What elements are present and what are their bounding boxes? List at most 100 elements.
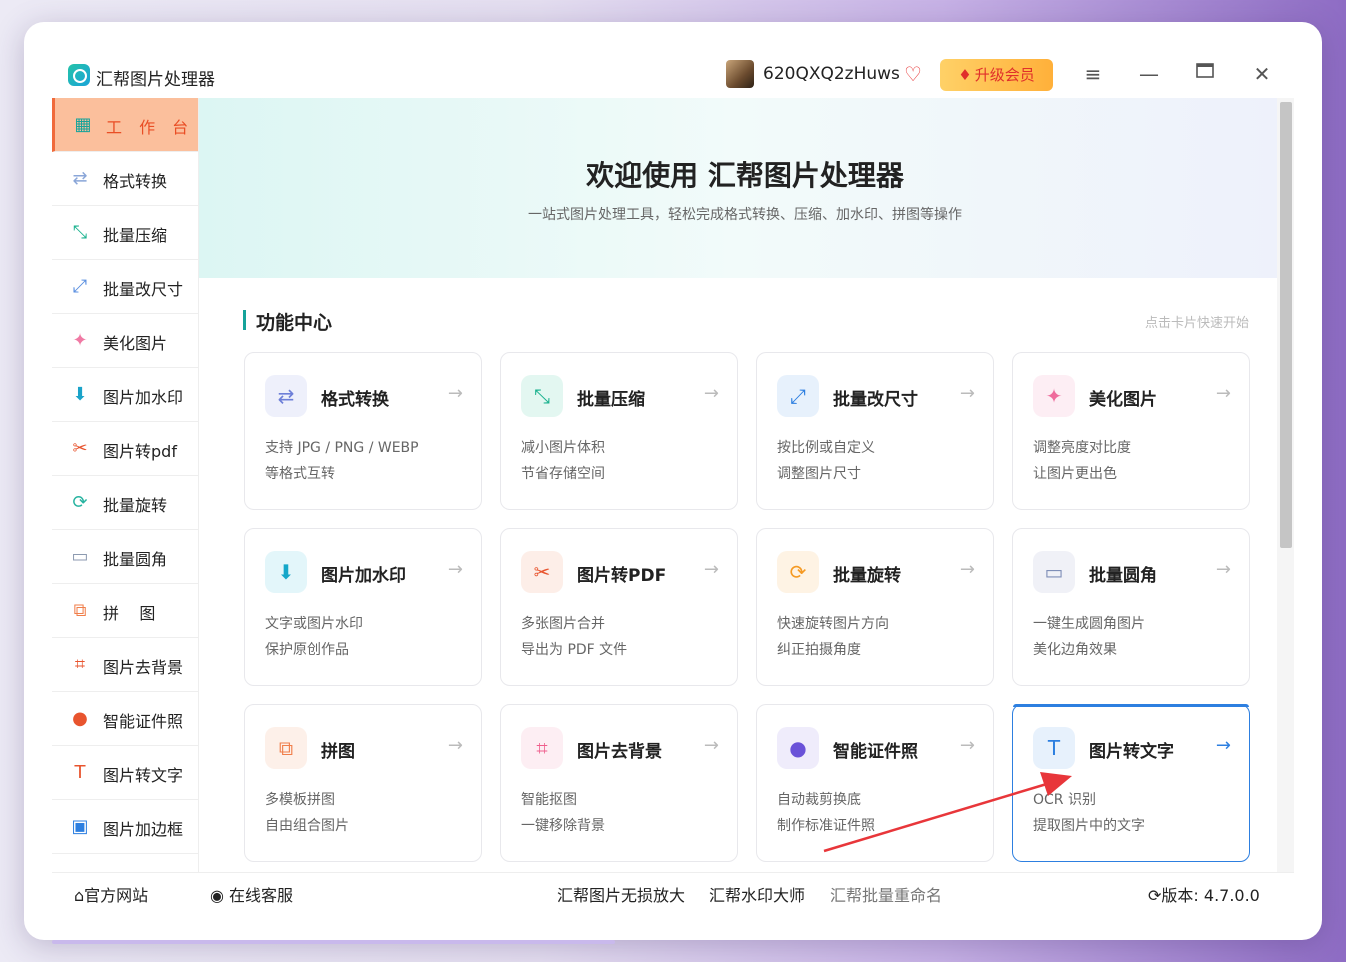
official-website-link[interactable]: ⌂官方网站 xyxy=(74,882,148,906)
sidebar-item-text[interactable]: T 图片转文字 xyxy=(52,746,198,800)
feature-card-watermark[interactable]: ⬇ 图片加水印 → 文字或图片水印 保护原创作品 xyxy=(244,528,482,686)
feature-card-convert[interactable]: ⇄ 格式转换 → 支持 JPG / PNG / WEBP 等格式互转 xyxy=(244,352,482,510)
rename-app-link[interactable]: 汇帮批量重命名 xyxy=(830,882,942,906)
arrow-right-icon: → xyxy=(703,735,719,756)
maximize-icon[interactable] xyxy=(1191,60,1219,85)
sidebar-item-convert[interactable]: ⇄ 格式转换 xyxy=(52,152,198,206)
watermark-icon: ⬇ xyxy=(265,551,307,593)
sidebar-item-label: 批量旋转 xyxy=(103,496,168,515)
feature-card-text[interactable]: T 图片转文字 → OCR 识别 提取图片中的文字 xyxy=(1012,704,1250,862)
section-hint: 点击卡片快速开始 xyxy=(1144,316,1249,331)
app-window: 汇帮图片处理器 620QXQ2zHuws ♡ ♦ 升级会员 ≡ — ✕ ▦ 工 作 … xyxy=(52,52,1294,910)
avatar[interactable] xyxy=(726,60,754,88)
arrow-right-icon: → xyxy=(959,383,975,404)
sidebar-item-crop[interactable]: ⌗ 图片去背景 xyxy=(52,638,198,692)
sidebar-item-puzzle[interactable]: ⧉ 拼 图 xyxy=(52,584,198,638)
card-title: 拼图 xyxy=(321,742,355,762)
feature-card-pdf[interactable]: ✂ 图片转PDF → 多张图片合并 导出为 PDF 文件 xyxy=(500,528,738,686)
watermark-icon: ⬇ xyxy=(72,384,88,405)
puzzle-icon: ⧉ xyxy=(73,600,87,621)
sidebar-item-label: 图片转pdf xyxy=(103,442,177,461)
sidebar-item-border[interactable]: ▣ 图片加边框 xyxy=(52,800,198,854)
sidebar-item-id-photo[interactable]: ● 智能证件照 xyxy=(52,692,198,746)
card-desc-line1: 减小图片体积 xyxy=(521,440,605,456)
welcome-banner: 欢迎使用 汇帮图片处理器 一站式图片处理工具，轻松完成格式转换、压缩、加水印、拼… xyxy=(199,98,1277,278)
sidebar-item-label: 图片加边框 xyxy=(103,820,184,839)
pdf-icon: ✂ xyxy=(72,438,88,459)
feature-card-rounded-corner[interactable]: ▭ 批量圆角 → 一键生成圆角图片 美化边角效果 xyxy=(1012,528,1250,686)
feature-card-puzzle[interactable]: ⧉ 拼图 → 多模板拼图 自由组合图片 xyxy=(244,704,482,862)
sidebar-item-rotate[interactable]: ⟳ 批量旋转 xyxy=(52,476,198,530)
sidebar-item-label: 批量圆角 xyxy=(103,550,168,569)
arrow-right-icon: → xyxy=(447,383,463,404)
title-bar: 汇帮图片处理器 620QXQ2zHuws ♡ ♦ 升级会员 ≡ — ✕ xyxy=(52,52,1294,99)
convert-icon: ⇄ xyxy=(72,168,88,189)
footer-bar: ⌂官方网站 ◉ 在线客服 汇帮图片无损放大 汇帮水印大师 汇帮批量重命名 ⟳版本… xyxy=(52,872,1294,910)
feature-card-crop[interactable]: ⌗ 图片去背景 → 智能抠图 一键移除背景 xyxy=(500,704,738,862)
card-desc-line1: 快速旋转图片方向 xyxy=(777,616,889,632)
card-title: 批量圆角 xyxy=(1089,566,1157,586)
welcome-title: 欢迎使用 汇帮图片处理器 xyxy=(586,159,904,192)
arrow-right-icon: → xyxy=(703,559,719,580)
sidebar-item-compress[interactable]: ⤡ 批量压缩 xyxy=(52,206,198,260)
upscale-app-link[interactable]: 汇帮图片无损放大 xyxy=(557,882,685,906)
sidebar-item-grid[interactable]: ▦ 工 作 台 xyxy=(52,98,198,152)
feature-card-resize[interactable]: ⤢ 批量改尺寸 → 按比例或自定义 调整图片尺寸 xyxy=(756,352,994,510)
card-desc-line2: 提取图片中的文字 xyxy=(1033,818,1145,834)
card-title: 图片加水印 xyxy=(321,566,406,586)
section-accent-bar xyxy=(243,310,246,330)
scrollbar-thumb[interactable] xyxy=(1280,102,1292,548)
resize-icon: ⤢ xyxy=(777,375,819,417)
refresh-icon: ⟳ xyxy=(1148,886,1162,905)
card-desc-line1: 多模板拼图 xyxy=(265,792,335,808)
official-website-label: 官方网站 xyxy=(84,886,149,905)
feature-card-id-photo[interactable]: ● 智能证件照 → 自动裁剪换底 制作标准证件照 xyxy=(756,704,994,862)
sidebar-item-watermark[interactable]: ⬇ 图片加水印 xyxy=(52,368,198,422)
arrow-right-icon: → xyxy=(1215,735,1231,756)
card-desc-line2: 调整图片尺寸 xyxy=(777,466,861,482)
card-desc-line1: 文字或图片水印 xyxy=(265,616,363,632)
sidebar-item-label: 工 作 台 xyxy=(106,118,195,137)
card-desc-line2: 纠正拍摄角度 xyxy=(777,642,861,658)
menu-icon[interactable]: ≡ xyxy=(1079,62,1107,86)
card-title: 批量压缩 xyxy=(577,390,645,410)
card-desc-line1: 自动裁剪换底 xyxy=(777,792,861,808)
crop-icon: ⌗ xyxy=(521,727,563,769)
sidebar-item-rounded-corner[interactable]: ▭ 批量圆角 xyxy=(52,530,198,584)
text-icon: T xyxy=(1033,727,1075,769)
upgrade-label: 升级会员 xyxy=(974,66,1035,84)
card-desc-line2: 美化边角效果 xyxy=(1033,642,1117,658)
card-desc-line2: 保护原创作品 xyxy=(265,642,349,658)
sidebar-item-pdf[interactable]: ✂ 图片转pdf xyxy=(52,422,198,476)
close-icon[interactable]: ✕ xyxy=(1248,62,1276,86)
grid-icon: ▦ xyxy=(74,114,92,135)
rounded-corner-icon: ▭ xyxy=(1033,551,1075,593)
sidebar-item-resize[interactable]: ⤢ 批量改尺寸 xyxy=(52,260,198,314)
card-title: 智能证件照 xyxy=(833,742,918,762)
sidebar-item-label: 格式转换 xyxy=(103,172,168,191)
feature-card-beautify[interactable]: ✦ 美化图片 → 调整亮度对比度 让图片更出色 xyxy=(1012,352,1250,510)
sidebar-item-label: 美化图片 xyxy=(103,334,168,353)
card-title: 图片转文字 xyxy=(1089,742,1174,762)
minimize-icon[interactable]: — xyxy=(1135,62,1163,86)
sidebar-item-label: 图片去背景 xyxy=(103,658,184,677)
upgrade-button[interactable]: ♦ 升级会员 xyxy=(940,59,1053,91)
version-info[interactable]: ⟳版本: 4.7.0.0 xyxy=(1148,882,1260,906)
sidebar-item-beautify[interactable]: ✦ 美化图片 xyxy=(52,314,198,368)
watermark-app-link[interactable]: 汇帮水印大师 xyxy=(709,882,805,906)
sidebar: ▦ 工 作 台 ⇄ 格式转换 ⤡ 批量压缩 ⤢ 批量改尺寸 ✦ 美化图片 ⬇ 图片加水印 ✂ 图片转pdf… xyxy=(52,98,199,872)
taskbar-indicator xyxy=(52,940,615,944)
card-desc-line2: 制作标准证件照 xyxy=(777,818,875,834)
vip-diamond-icon: ♡ xyxy=(904,62,922,86)
headset-icon: ◉ xyxy=(210,886,230,905)
beautify-icon: ✦ xyxy=(1033,375,1075,417)
arrow-right-icon: → xyxy=(703,383,719,404)
online-support-link[interactable]: ◉ 在线客服 xyxy=(210,882,293,906)
username[interactable]: 620QXQ2zHuws xyxy=(763,64,900,84)
card-title: 批量改尺寸 xyxy=(833,390,918,410)
sidebar-item-label: 拼 图 xyxy=(103,604,156,623)
feature-card-rotate[interactable]: ⟳ 批量旋转 → 快速旋转图片方向 纠正拍摄角度 xyxy=(756,528,994,686)
home-icon: ⌂ xyxy=(74,886,85,905)
feature-card-compress[interactable]: ⤡ 批量压缩 → 减小图片体积 节省存储空间 xyxy=(500,352,738,510)
resize-icon: ⤢ xyxy=(72,276,88,297)
